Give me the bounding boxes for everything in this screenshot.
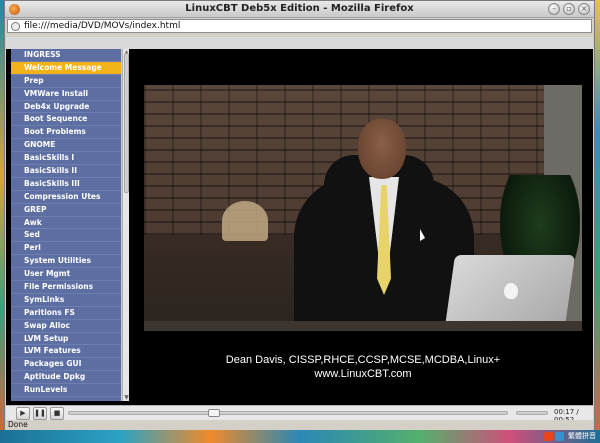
seek-knob[interactable] (208, 409, 220, 417)
network-icon[interactable] (555, 431, 564, 441)
player-controls: ▶ ❚❚ ■ 00:17 / 00:52 (6, 405, 593, 424)
lesson-menu-item[interactable]: RunLevels (11, 384, 121, 398)
lesson-menu-item[interactable]: Boot Sequence (11, 113, 121, 127)
pause-icon[interactable]: ❚❚ (33, 407, 47, 420)
lesson-menu-item[interactable]: GNOME (11, 139, 121, 153)
lesson-menu-item[interactable]: Paritions FS (11, 307, 121, 320)
video-caption: Dean Davis, CISSP,RHCE,CCSP,MCSE,MCDBA,L… (144, 353, 582, 381)
desk (144, 321, 582, 331)
lesson-menu-item[interactable]: Awk (11, 217, 121, 230)
video-frame[interactable] (144, 85, 582, 331)
window-controls: – ▫ × (548, 3, 590, 15)
lesson-menu-scrollbar[interactable]: ▲ ▼ (122, 49, 129, 401)
lamp (222, 201, 268, 241)
url-text: file:///media/DVD/MOVs/index.html (24, 21, 181, 31)
mouse-cursor-icon (420, 229, 425, 241)
system-tray: 繁體拼音 (544, 431, 596, 441)
status-text: Done (8, 420, 28, 429)
title-bar[interactable]: LinuxCBT Deb5x Edition - Mozilla Firefox… (5, 1, 594, 18)
lesson-menu-item[interactable]: BasicSkills I (11, 152, 121, 166)
url-bar[interactable]: file:///media/DVD/MOVs/index.html (7, 19, 592, 33)
lesson-menu-item[interactable]: Packages GUI (11, 358, 121, 372)
play-icon[interactable]: ▶ (16, 407, 30, 420)
input-method-label: 繁體拼音 (568, 432, 596, 440)
scroll-down-arrow-icon[interactable]: ▼ (123, 394, 130, 401)
stop-icon[interactable]: ■ (50, 407, 64, 420)
lesson-menu-item[interactable]: Prep (11, 75, 121, 88)
lesson-menu-item[interactable]: BasicSkills II (11, 165, 121, 178)
lesson-menu-item[interactable]: Aptitude Dpkg (11, 371, 121, 385)
lesson-menu-item[interactable]: BasicSkills III (11, 178, 121, 191)
lesson-menu: INGRESS Welcome Message Prep VMWare Install… (11, 49, 122, 401)
close-button[interactable]: × (578, 3, 590, 15)
minimize-button[interactable]: – (548, 3, 560, 15)
page-content: INGRESS Welcome Message Prep VMWare Install… (6, 37, 593, 407)
presenter-head (358, 119, 406, 179)
maximize-button[interactable]: ▫ (563, 3, 575, 15)
volume-slider[interactable] (516, 411, 548, 415)
lesson-menu-item[interactable]: File Permissions (11, 281, 121, 294)
lesson-menu-item[interactable]: LVM Setup (11, 333, 121, 346)
lesson-menu-item[interactable]: Compression Utes (11, 191, 121, 204)
lesson-menu-item[interactable]: INGRESS (11, 49, 121, 62)
seek-bar[interactable] (68, 409, 508, 417)
window-title: LinuxCBT Deb5x Edition - Mozilla Firefox (185, 3, 414, 14)
lesson-menu-item[interactable]: User Mgmt (11, 268, 121, 282)
status-bar: Done (5, 420, 594, 430)
input-method-icon[interactable] (544, 431, 553, 441)
apple-logo-icon (504, 283, 518, 299)
lesson-menu-item[interactable]: SymLinks (11, 294, 121, 307)
caption-url-line: www.LinuxCBT.com (314, 368, 412, 380)
firefox-window: LinuxCBT Deb5x Edition - Mozilla Firefox… (4, 0, 595, 430)
page-top-strip (6, 37, 593, 49)
page-icon (11, 22, 20, 31)
lesson-menu-item[interactable]: Boot Problems (11, 126, 121, 140)
lesson-menu-item[interactable]: GREP (11, 204, 121, 217)
desktop-background-bottom (0, 430, 600, 443)
lesson-menu-item[interactable]: Swap Alloc (11, 320, 121, 333)
lesson-menu-item[interactable]: LVM Features (11, 345, 121, 359)
lesson-menu-item[interactable]: Sed (11, 229, 121, 243)
scroll-thumb[interactable] (124, 53, 129, 193)
lesson-menu-item[interactable]: System Utilities (11, 255, 121, 269)
lesson-menu-item[interactable]: VMWare Install (11, 88, 121, 101)
lesson-menu-item[interactable]: Deb4x Upgrade (11, 101, 121, 114)
lesson-menu-item[interactable]: Perl (11, 242, 121, 256)
desktop-background-right (595, 0, 600, 443)
caption-name-line: Dean Davis, CISSP,RHCE,CCSP,MCSE,MCDBA,L… (225, 354, 501, 366)
lesson-menu-item[interactable]: Welcome Message (11, 61, 121, 75)
